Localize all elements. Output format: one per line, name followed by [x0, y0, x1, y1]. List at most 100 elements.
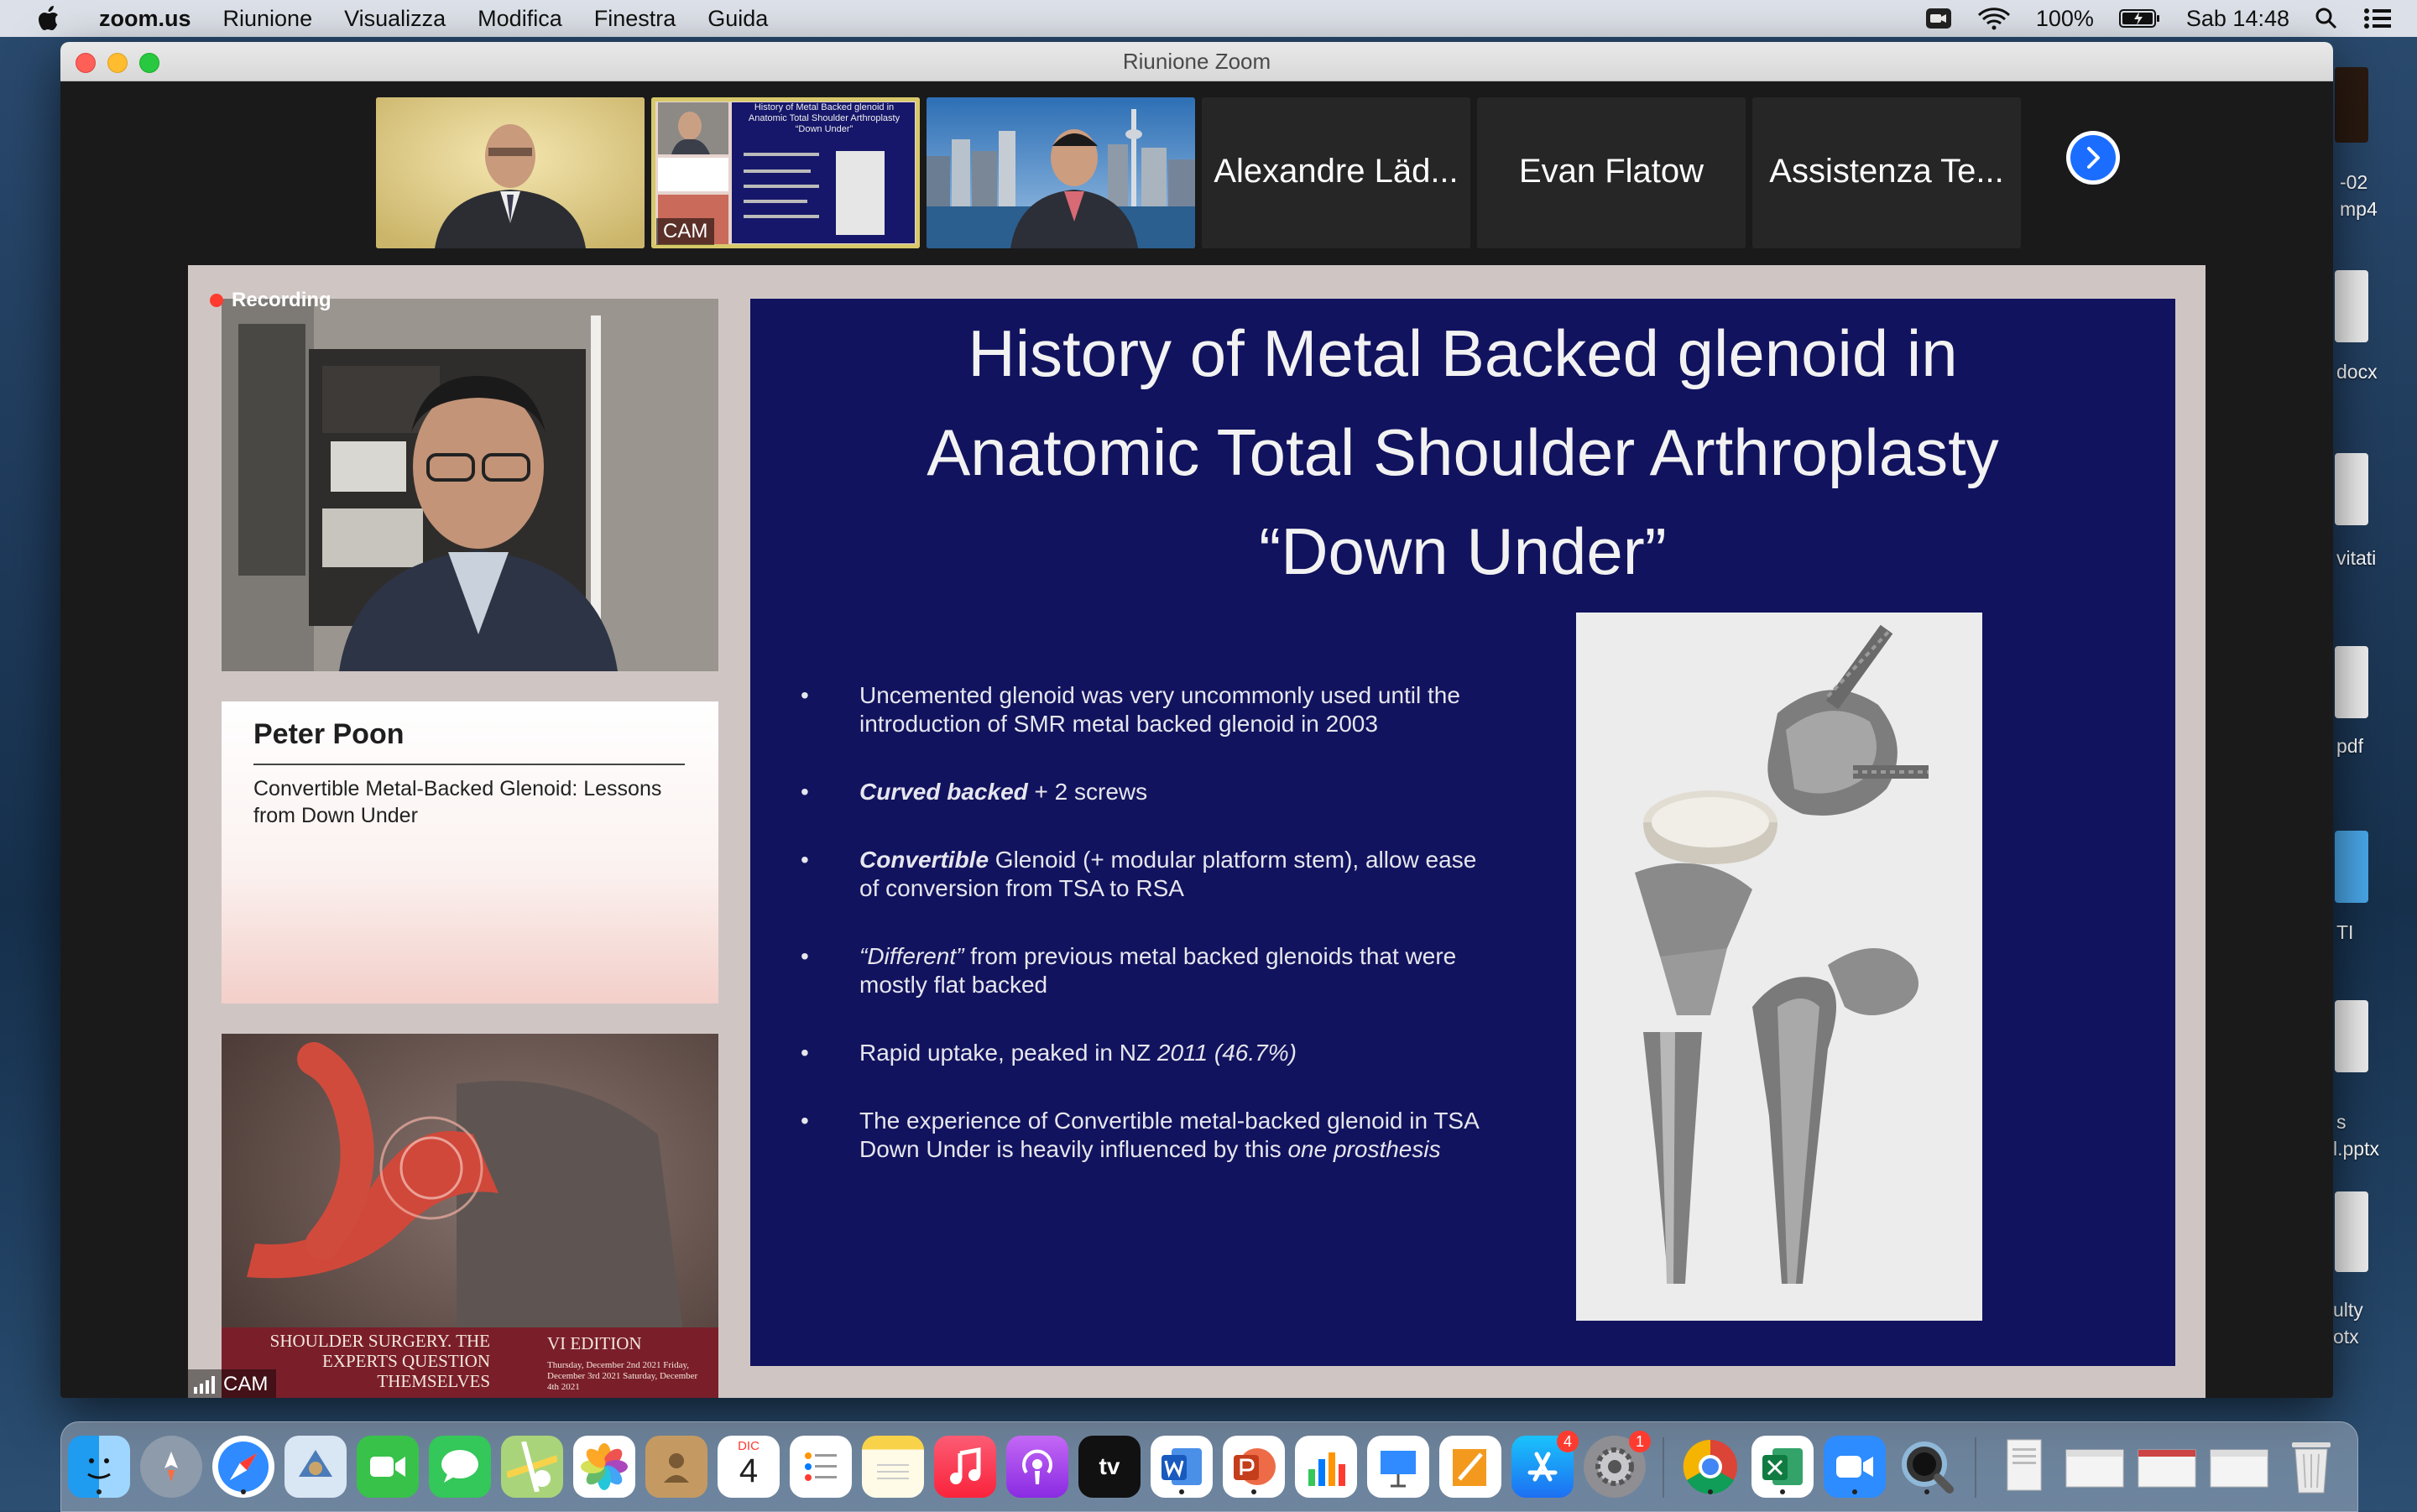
battery-icon[interactable]: [2118, 8, 2161, 29]
menu-riunione[interactable]: Riunione: [223, 6, 313, 32]
poster-dates: Thursday, December 2nd 2021 Friday, Dece…: [547, 1360, 698, 1392]
window-titlebar[interactable]: Riunione Zoom: [60, 42, 2333, 81]
recent-file-icon[interactable]: [2136, 1436, 2198, 1498]
bullet-emphasis: Curved backed: [859, 779, 1028, 805]
desktop-file-label[interactable]: pdf: [2336, 735, 2363, 758]
keynote-icon[interactable]: [1367, 1436, 1429, 1498]
shared-screen[interactable]: Recording Peter Poon Convertible Metal-B…: [188, 265, 2206, 1398]
app-store-icon[interactable]: 4: [1511, 1431, 1579, 1498]
menu-app-name[interactable]: zoom.us: [99, 6, 191, 32]
desktop-file-label[interactable]: TI: [2336, 921, 2353, 944]
finder-icon[interactable]: [68, 1436, 130, 1498]
calendar-icon[interactable]: DIC 4: [718, 1436, 780, 1498]
running-indicator: [97, 1489, 102, 1494]
participant-name: Evan Flatow: [1518, 153, 1704, 190]
bullet-text: Uncemented glenoid was very uncommonly u…: [859, 682, 1460, 737]
desktop-file-thumb[interactable]: [2335, 1000, 2368, 1072]
running-indicator: [1780, 1489, 1785, 1494]
participant-name: Alexandre Läd...: [1214, 153, 1459, 190]
video-tile-participant-5[interactable]: Evan Flatow: [1477, 97, 1746, 248]
messages-icon[interactable]: [429, 1436, 491, 1498]
bullet-emphasis: one prosthesis: [1287, 1136, 1441, 1162]
launchpad-icon[interactable]: [140, 1436, 202, 1498]
bullet-item: Convertible Glenoid (+ modular platform …: [801, 846, 1489, 903]
document-stack-icon[interactable]: [1992, 1436, 2054, 1498]
maps-icon[interactable]: [501, 1436, 563, 1498]
desktop-file-label[interactable]: -02: [2340, 171, 2367, 194]
signal-strength-icon: [194, 1376, 215, 1394]
video-tile-participant-1[interactable]: [376, 97, 645, 248]
bullet-emphasis: Convertible: [859, 847, 989, 873]
video-tile-participant-6[interactable]: Assistenza Te...: [1752, 97, 2021, 248]
desktop-file-label[interactable]: s: [2336, 1111, 2347, 1134]
desktop-file-label[interactable]: docx: [2336, 361, 2378, 383]
system-preferences-icon[interactable]: 1: [1584, 1431, 1651, 1498]
menu-modifica[interactable]: Modifica: [478, 6, 562, 32]
menubar-clock[interactable]: Sab 14:48: [2186, 6, 2289, 32]
desktop-file-label[interactable]: l.pptx: [2333, 1138, 2379, 1160]
prosthesis-image: [1576, 613, 1982, 1321]
running-indicator: [1179, 1489, 1184, 1494]
notes-icon[interactable]: [862, 1436, 924, 1498]
control-center-icon[interactable]: [2363, 7, 2392, 30]
chrome-icon[interactable]: [1679, 1436, 1741, 1498]
podcasts-icon[interactable]: [1006, 1436, 1068, 1498]
bullet-emphasis: “Different”: [859, 943, 964, 969]
bullet-item: Rapid uptake, peaked in NZ 2011 (46.7%): [801, 1039, 1489, 1067]
desktop-folder-thumb[interactable]: [2335, 831, 2368, 903]
desktop-file-label[interactable]: otx: [2333, 1326, 2359, 1348]
downloads-stack-icon[interactable]: [2064, 1436, 2126, 1498]
desktop-file-label[interactable]: mp4: [2340, 198, 2378, 221]
window-title: Riunione Zoom: [1122, 49, 1271, 74]
video-signal-indicator: CAM: [188, 1369, 277, 1398]
reminders-icon[interactable]: [790, 1436, 852, 1498]
video-tile-screenshare[interactable]: History of Metal Backed glenoid in Anato…: [651, 97, 920, 248]
facetime-icon[interactable]: [357, 1436, 419, 1498]
zoom-app-icon[interactable]: [1824, 1436, 1886, 1498]
menu-visualizza[interactable]: Visualizza: [344, 6, 446, 32]
apple-icon[interactable]: [30, 6, 67, 31]
desktop-file-thumb[interactable]: [2335, 1191, 2368, 1272]
desktop-file-thumb[interactable]: [2335, 67, 2368, 143]
menu-finestra[interactable]: Finestra: [594, 6, 676, 32]
contacts-icon[interactable]: [645, 1436, 707, 1498]
desktop-file-thumb[interactable]: [2335, 453, 2368, 525]
music-icon[interactable]: [934, 1436, 996, 1498]
trash-icon[interactable]: [2280, 1436, 2342, 1498]
slide-title-line: Anatomic Total Shoulder Arthroplasty: [927, 415, 1999, 489]
bullet-item: Curved backed + 2 screws: [801, 778, 1489, 806]
desktop-file-label[interactable]: vitati: [2336, 547, 2376, 570]
video-tile-participant-4[interactable]: Alexandre Läd...: [1202, 97, 1470, 248]
quicktime-icon[interactable]: [1896, 1436, 1958, 1498]
namecard-divider: [253, 764, 685, 765]
desktop-file-label[interactable]: ulty: [2333, 1299, 2363, 1322]
word-icon[interactable]: [1151, 1436, 1213, 1498]
safari-icon[interactable]: [212, 1436, 274, 1498]
powerpoint-icon[interactable]: [1223, 1436, 1285, 1498]
participant-video: [376, 97, 645, 248]
pages-icon[interactable]: [1439, 1436, 1501, 1498]
bullet-emphasis: 2011 (46.7%): [1156, 1040, 1297, 1066]
presentation-slide: History of Metal Backed glenoid in Anato…: [750, 299, 2175, 1366]
desktop-file-thumb[interactable]: [2335, 270, 2368, 342]
spotlight-search-icon[interactable]: [2315, 7, 2338, 30]
wifi-icon[interactable]: [1977, 7, 2011, 30]
dock: DIC 4 tv 4 1: [60, 1421, 2358, 1512]
excel-icon[interactable]: [1751, 1436, 1814, 1498]
mail-icon[interactable]: [285, 1436, 347, 1498]
menu-guida[interactable]: Guida: [707, 6, 768, 32]
poster-edition: VI EDITION: [547, 1333, 642, 1353]
menubar: zoom.us Riunione Visualizza Modifica Fin…: [0, 0, 2417, 37]
recording-dot-icon: [210, 294, 223, 307]
desktop-file-thumb[interactable]: [2335, 646, 2368, 718]
appletv-icon[interactable]: tv: [1078, 1436, 1141, 1498]
numbers-icon[interactable]: [1295, 1436, 1357, 1498]
video-tile-participant-3[interactable]: [927, 97, 1195, 248]
recent-window-icon[interactable]: [2208, 1436, 2270, 1498]
photos-icon[interactable]: [573, 1436, 635, 1498]
filmstrip-next-button[interactable]: [2066, 131, 2120, 185]
mini-slide-title: History of Metal Backed glenoid in Anato…: [748, 102, 901, 134]
bullet-item: “Different” from previous metal backed g…: [801, 942, 1489, 999]
slide-title: History of Metal Backed glenoid in Anato…: [750, 304, 2175, 601]
zoom-status-icon[interactable]: [1925, 8, 1952, 29]
